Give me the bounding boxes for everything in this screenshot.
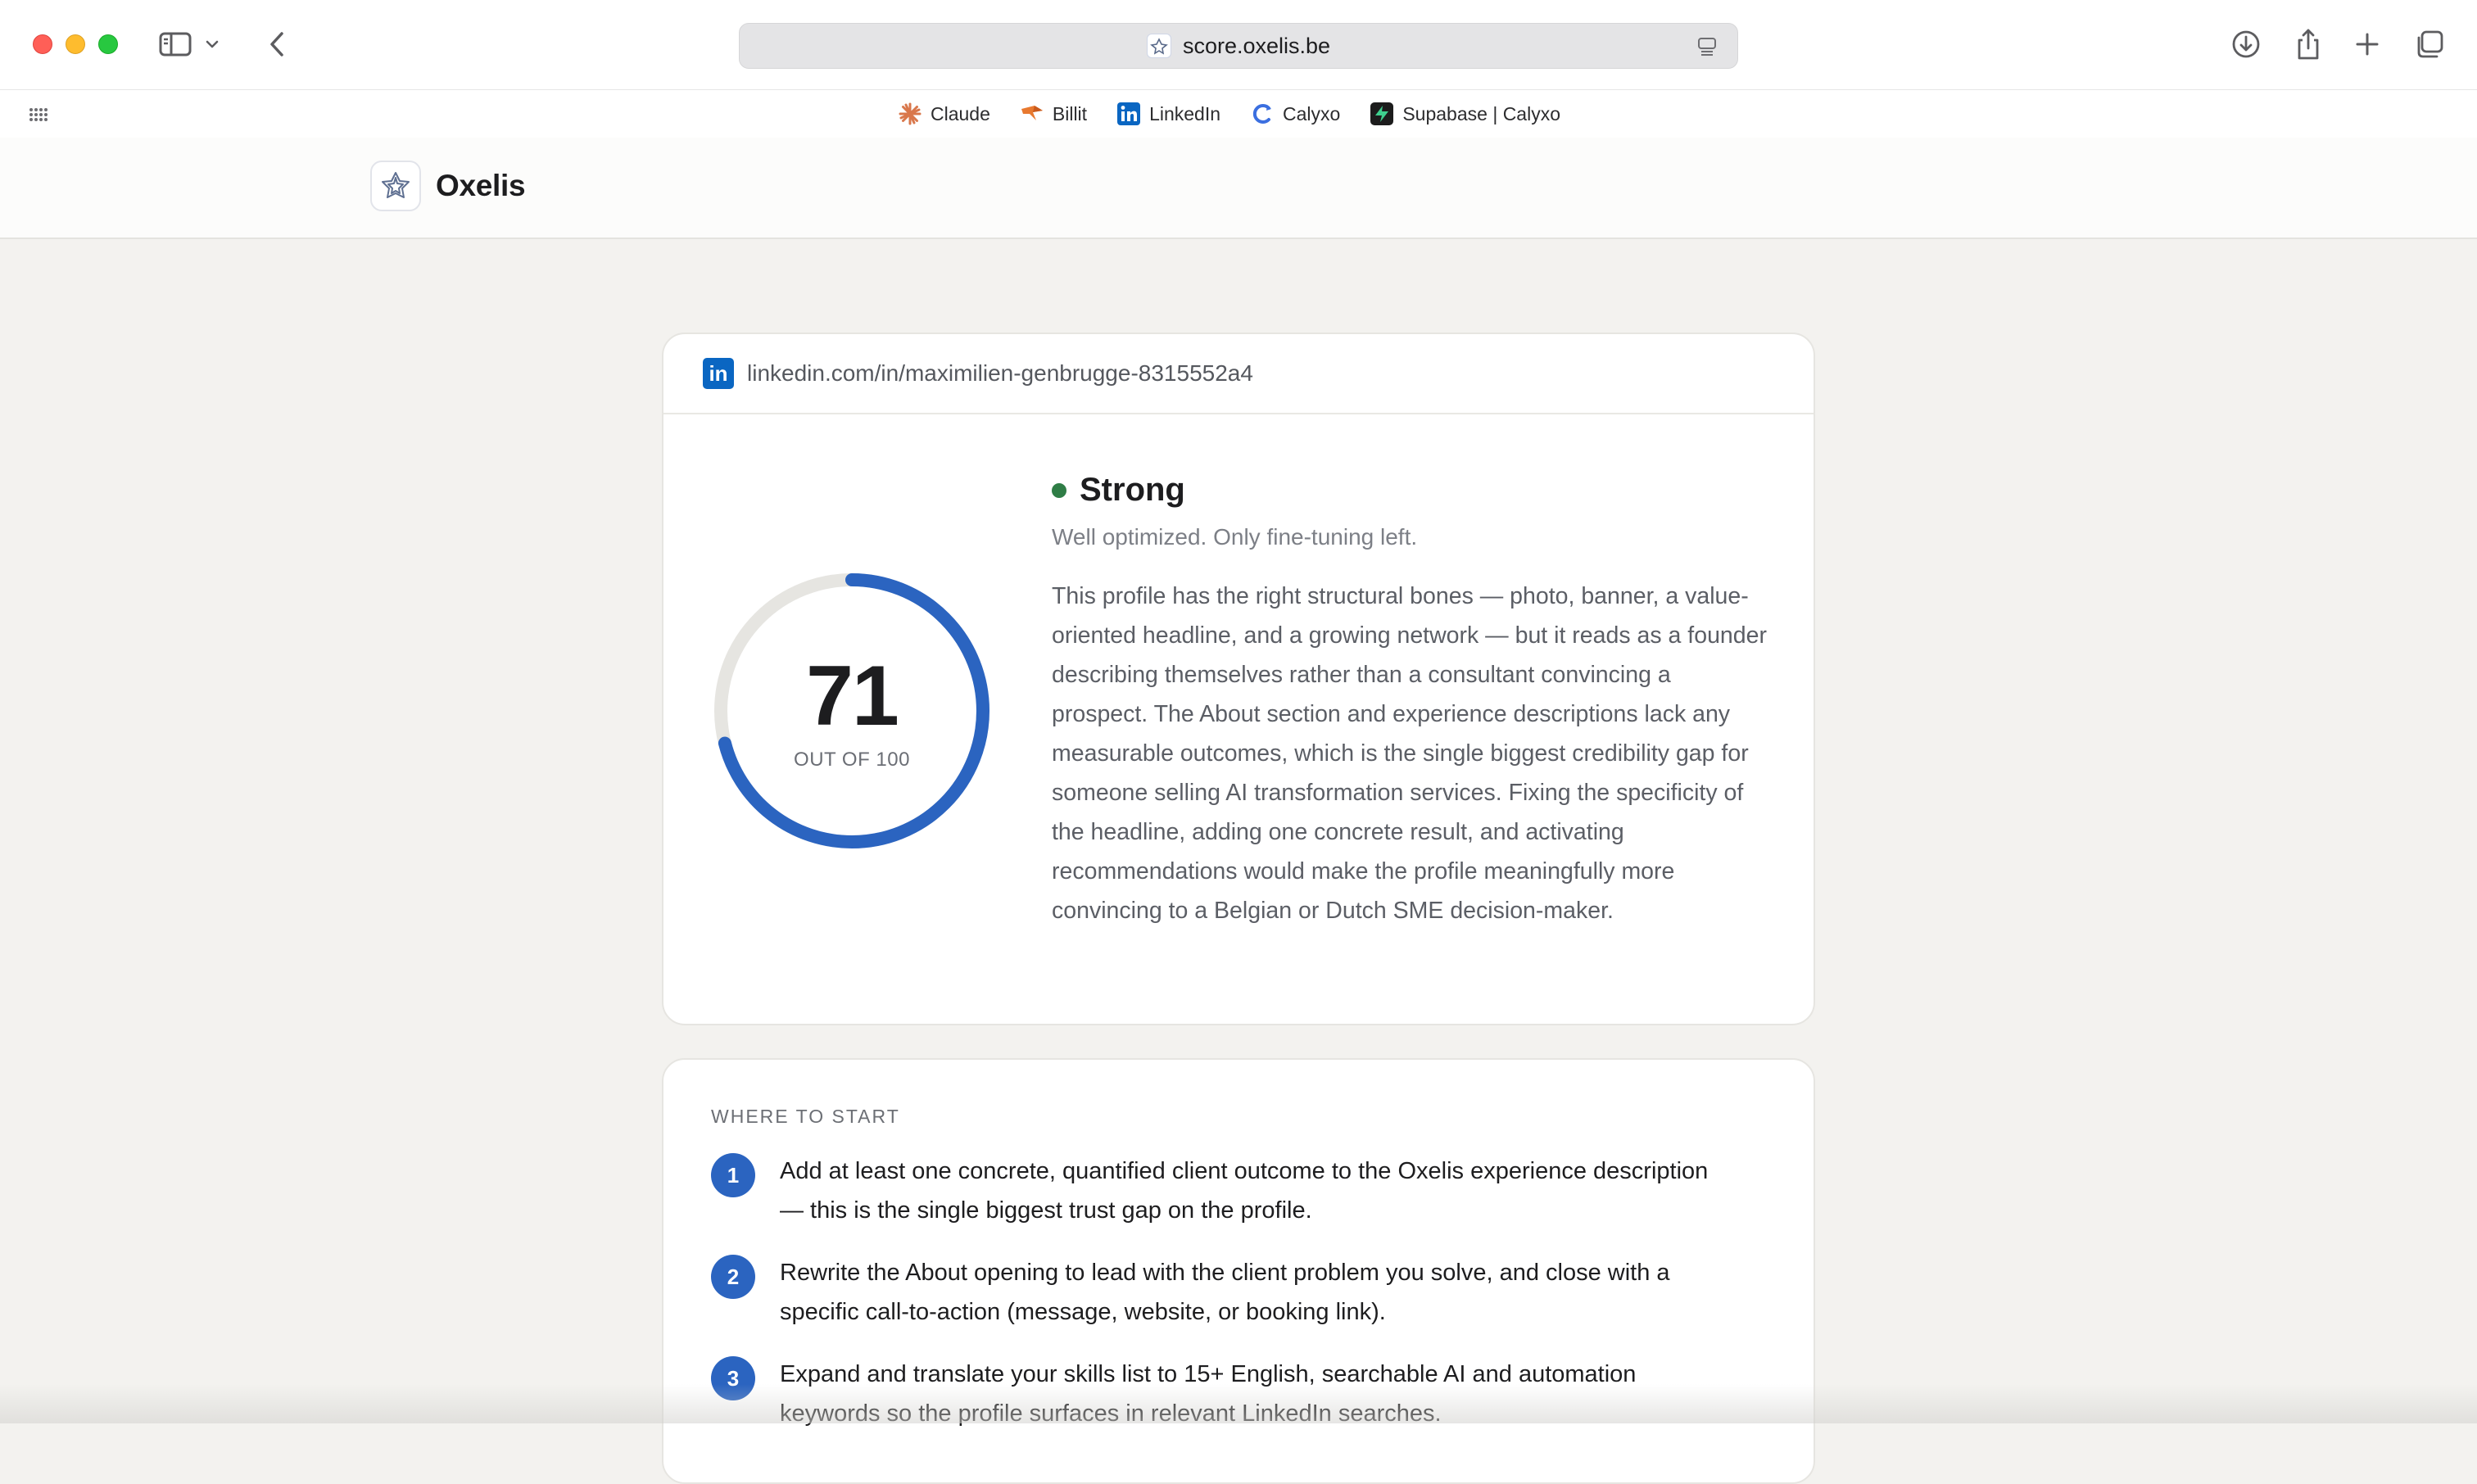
address-bar[interactable]: score.oxelis.be xyxy=(739,23,1738,69)
verdict-title: Strong xyxy=(1080,472,1185,508)
tab-overview-icon[interactable] xyxy=(2410,25,2449,64)
calyxo-icon xyxy=(1250,102,1275,126)
bookmark-label: LinkedIn xyxy=(1149,102,1221,124)
step-item: 1 Add at least one concrete, quantified … xyxy=(711,1151,1776,1230)
close-window-button[interactable] xyxy=(33,34,52,54)
bookmark-label: Claude xyxy=(931,102,990,124)
bookmarks-bar: Claude Billit LinkedIn Calyxo Supabase |… xyxy=(0,90,2477,138)
share-icon[interactable] xyxy=(2289,25,2328,64)
verdict-status-dot xyxy=(1052,482,1066,498)
brand-name: Oxelis xyxy=(436,169,526,202)
brand-link[interactable]: Oxelis xyxy=(370,161,526,211)
chevron-down-icon[interactable] xyxy=(200,25,224,64)
step-text: Rewrite the About opening to lead with t… xyxy=(780,1260,1670,1325)
score-value: 71 xyxy=(806,649,899,744)
new-tab-icon[interactable] xyxy=(2348,25,2387,64)
steps-list: 1 Add at least one concrete, quantified … xyxy=(711,1151,1776,1456)
linkedin-icon xyxy=(1116,102,1141,126)
bookmark-billit[interactable]: Billit xyxy=(1020,102,1087,126)
profile-url: linkedin.com/in/maximilien-genbrugge-831… xyxy=(747,360,1253,386)
minimize-window-button[interactable] xyxy=(66,34,85,54)
step-number-badge: 2 xyxy=(711,1255,755,1299)
step-number-badge: 1 xyxy=(711,1153,755,1197)
url-text: score.oxelis.be xyxy=(1182,33,1331,58)
site-favicon-icon xyxy=(1146,34,1171,58)
bookmark-claude[interactable]: Claude xyxy=(898,102,990,126)
zoom-window-button[interactable] xyxy=(98,34,118,54)
bookmark-calyxo[interactable]: Calyxo xyxy=(1250,102,1340,126)
bookmark-label: Billit xyxy=(1052,102,1088,124)
bookmark-linkedin[interactable]: LinkedIn xyxy=(1116,102,1220,126)
browser-toolbar: score.oxelis.be xyxy=(0,0,2477,90)
score-card: in linkedin.com/in/maximilien-genbrugge-… xyxy=(662,333,1815,1025)
step-text: Expand and translate your skills list to… xyxy=(780,1361,1637,1427)
bookmark-supabase[interactable]: Supabase | Calyxo xyxy=(1370,102,1560,126)
step-number-badge: 3 xyxy=(711,1356,755,1400)
verdict-subtitle: Well optimized. Only fine-tuning left. xyxy=(1052,524,1418,550)
apps-grid-icon[interactable] xyxy=(28,103,49,124)
score-gauge: 71 OUT OF 100 xyxy=(713,572,991,850)
browser-chrome: score.oxelis.be Claude Billit LinkedIn C… xyxy=(0,0,2477,138)
back-icon[interactable] xyxy=(257,25,297,64)
where-to-start-card: WHERE TO START 1 Add at least one concre… xyxy=(662,1058,1815,1484)
claude-icon xyxy=(898,102,922,126)
score-max-label: OUT OF 100 xyxy=(794,749,910,771)
linkedin-icon: in xyxy=(703,358,734,389)
step-item: 2 Rewrite the About opening to lead with… xyxy=(711,1253,1776,1332)
bookmark-label: Calyxo xyxy=(1283,102,1341,124)
step-text: Add at least one concrete, quantified cl… xyxy=(780,1158,1709,1224)
score-summary: This profile has the right structural bo… xyxy=(1052,583,1767,924)
step-item: 3 Expand and translate your skills list … xyxy=(711,1355,1776,1433)
reader-mode-icon[interactable] xyxy=(1695,34,1719,59)
supabase-icon xyxy=(1370,102,1394,126)
bookmark-label: Supabase | Calyxo xyxy=(1402,102,1560,124)
site-header: Oxelis xyxy=(0,138,2477,239)
billit-icon xyxy=(1020,102,1044,126)
section-heading: WHERE TO START xyxy=(711,1106,900,1127)
downloads-icon[interactable] xyxy=(2226,25,2266,64)
verdict: Strong xyxy=(1052,472,1185,509)
profile-url-row: in linkedin.com/in/maximilien-genbrugge-… xyxy=(663,334,1814,414)
oxelis-logo-icon xyxy=(370,161,421,211)
sidebar-toggle-icon[interactable] xyxy=(156,25,195,64)
